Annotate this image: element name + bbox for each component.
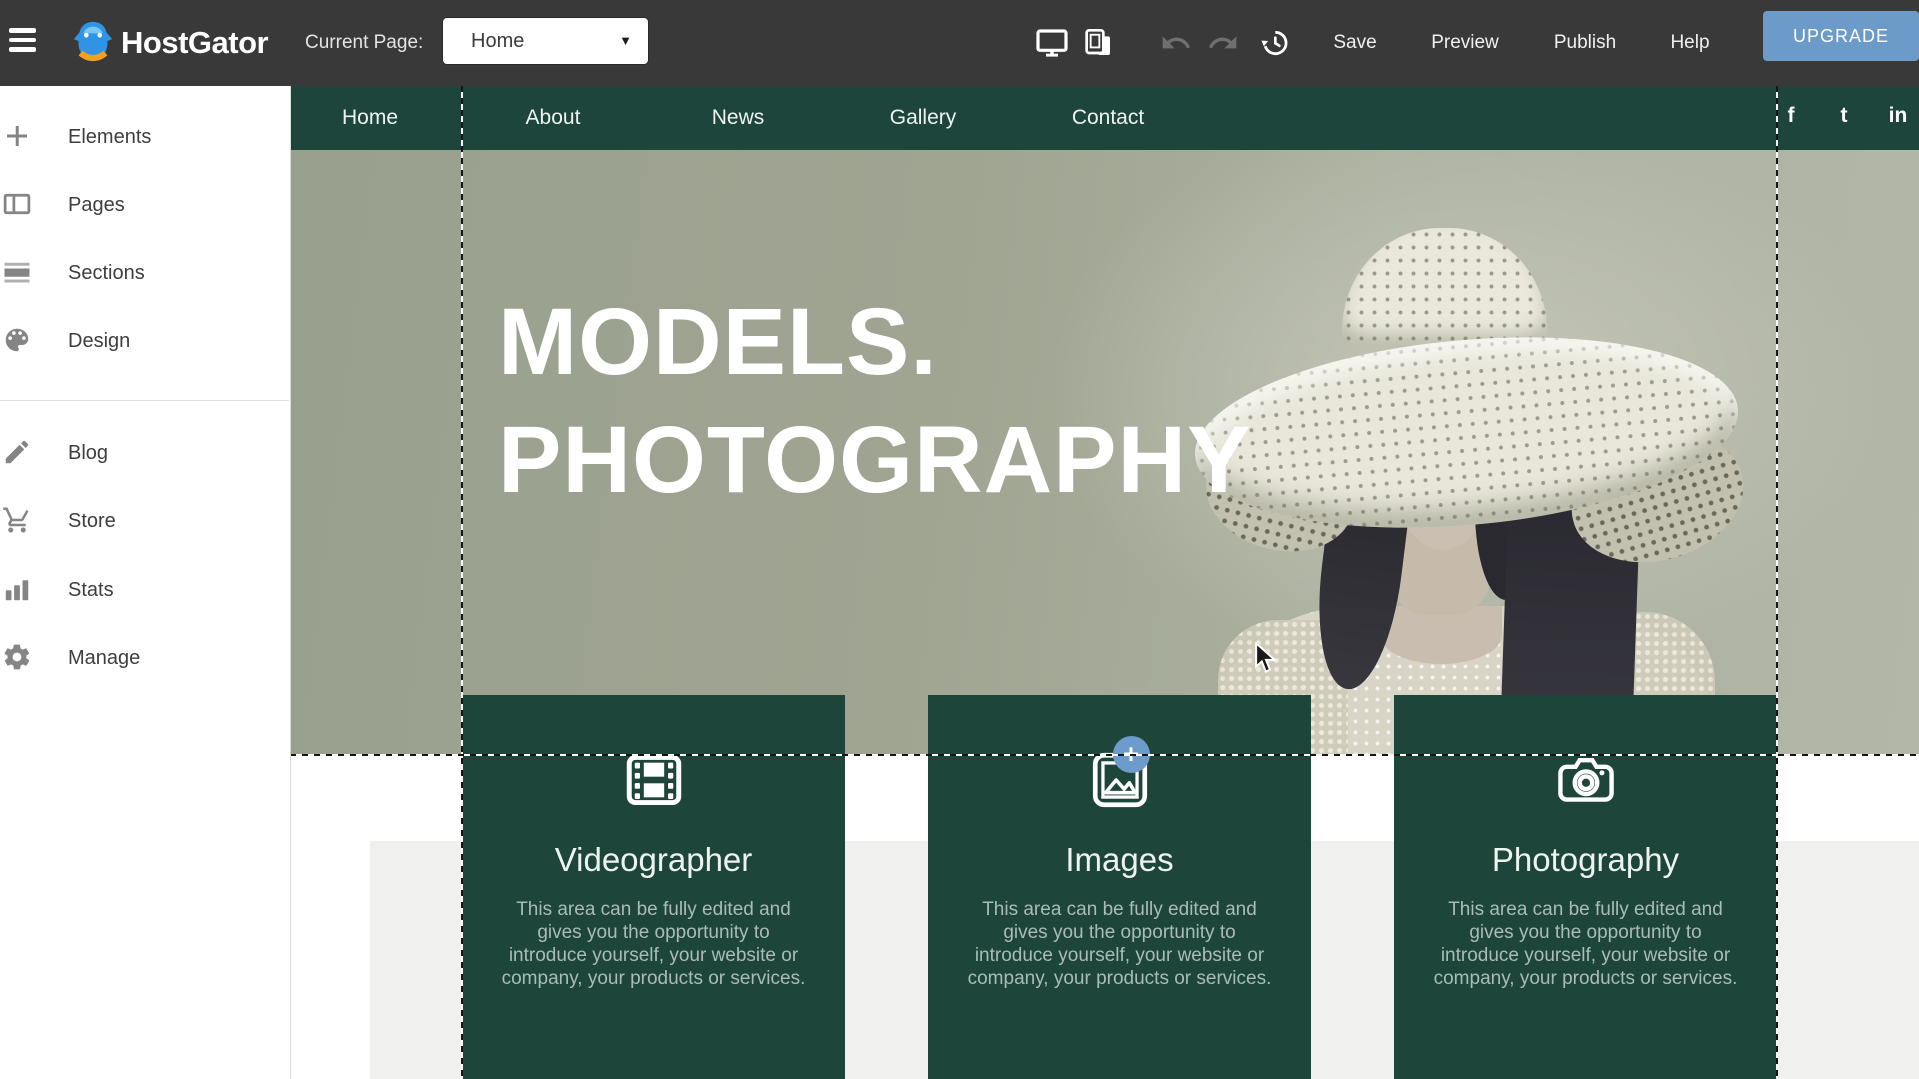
site-nav-about[interactable]: About	[526, 86, 581, 150]
hero-title[interactable]: MODELS. PHOTOGRAPHY	[498, 283, 1252, 519]
sidebar-item-stats[interactable]: Stats	[0, 570, 289, 610]
hero-photo-hat-crown	[1342, 228, 1547, 348]
gear-icon	[2, 642, 32, 672]
card-title[interactable]: Photography	[1394, 841, 1777, 879]
site-editor-canvas: Home About News Gallery Contact f t in	[290, 86, 1919, 1079]
camera-icon	[1553, 747, 1619, 813]
card-body[interactable]: This area can be fully edited and gives …	[1394, 898, 1777, 990]
card-title[interactable]: Videographer	[462, 841, 845, 879]
sidebar-divider	[0, 400, 289, 401]
hostgator-builder-screen: HostGator Current Page: Home ▼ Save	[0, 0, 1919, 1079]
top-toolbar: HostGator Current Page: Home ▼ Save	[0, 0, 1919, 86]
mouse-cursor-icon	[1253, 642, 1279, 674]
hero-section[interactable]: MODELS. PHOTOGRAPHY	[290, 150, 1919, 755]
site-nav-gallery[interactable]: Gallery	[890, 86, 957, 150]
site-nav-home[interactable]: Home	[342, 86, 398, 150]
palette-icon	[2, 325, 32, 355]
cart-icon	[2, 505, 32, 535]
current-page-label: Current Page:	[305, 0, 423, 86]
sidebar-item-sections[interactable]: Sections	[0, 253, 289, 293]
site-navbar: Home About News Gallery Contact f t in	[290, 86, 1919, 150]
facebook-icon[interactable]: f	[1788, 86, 1795, 146]
undo-icon[interactable]	[1160, 27, 1192, 59]
plus-icon	[2, 121, 32, 151]
twitter-icon[interactable]: t	[1841, 86, 1848, 146]
pencil-icon	[2, 437, 32, 467]
sidebar-item-blog[interactable]: Blog	[0, 433, 289, 473]
card-body[interactable]: This area can be fully edited and gives …	[462, 898, 845, 990]
mobile-view-icon[interactable]	[1082, 27, 1114, 59]
hamburger-menu-icon[interactable]	[9, 28, 36, 52]
card-body[interactable]: This area can be fully edited and gives …	[928, 898, 1311, 990]
editor-sidebar: Elements Pages Sections Design Blog	[0, 86, 291, 1079]
sidebar-item-elements[interactable]: Elements	[0, 117, 289, 157]
bar-chart-icon	[2, 574, 32, 604]
sidebar-item-store[interactable]: Store	[0, 501, 289, 541]
sections-icon	[2, 257, 32, 287]
brand-name: HostGator	[121, 0, 268, 86]
selection-outline-bottom	[290, 754, 1919, 756]
feature-card-images[interactable]: + Images This area can be fully edited a…	[928, 695, 1311, 1079]
save-button[interactable]: Save	[1320, 0, 1390, 86]
film-icon	[621, 747, 687, 813]
upgrade-button[interactable]: UPGRADE	[1763, 11, 1919, 61]
page-select-value: Home	[471, 18, 524, 64]
desktop-view-icon[interactable]	[1036, 27, 1068, 59]
preview-button[interactable]: Preview	[1420, 0, 1510, 86]
hero-title-line2: PHOTOGRAPHY	[498, 401, 1252, 519]
site-nav-contact[interactable]: Contact	[1072, 86, 1144, 150]
sidebar-item-pages[interactable]: Pages	[0, 185, 289, 225]
feature-card-photography[interactable]: Photography This area can be fully edite…	[1394, 695, 1777, 1079]
feature-card-videographer[interactable]: Videographer This area can be fully edit…	[462, 695, 845, 1079]
chevron-down-icon: ▼	[619, 18, 632, 64]
page-select-dropdown[interactable]: Home ▼	[443, 18, 648, 64]
image-icon: +	[1087, 747, 1153, 813]
redo-icon[interactable]	[1207, 27, 1239, 59]
card-title[interactable]: Images	[928, 841, 1311, 879]
hostgator-logo-icon	[70, 18, 116, 66]
pages-icon	[2, 189, 32, 219]
selection-outline-left	[461, 86, 463, 1079]
publish-button[interactable]: Publish	[1540, 0, 1630, 86]
help-button[interactable]: Help	[1655, 0, 1725, 86]
linkedin-icon[interactable]: in	[1889, 86, 1908, 146]
hero-title-line1: MODELS.	[498, 283, 1252, 401]
history-icon[interactable]	[1258, 27, 1290, 59]
selection-outline-right	[1776, 86, 1778, 1079]
site-nav-news[interactable]: News	[712, 86, 765, 150]
sidebar-item-design[interactable]: Design	[0, 321, 289, 361]
sidebar-item-manage[interactable]: Manage	[0, 638, 289, 678]
